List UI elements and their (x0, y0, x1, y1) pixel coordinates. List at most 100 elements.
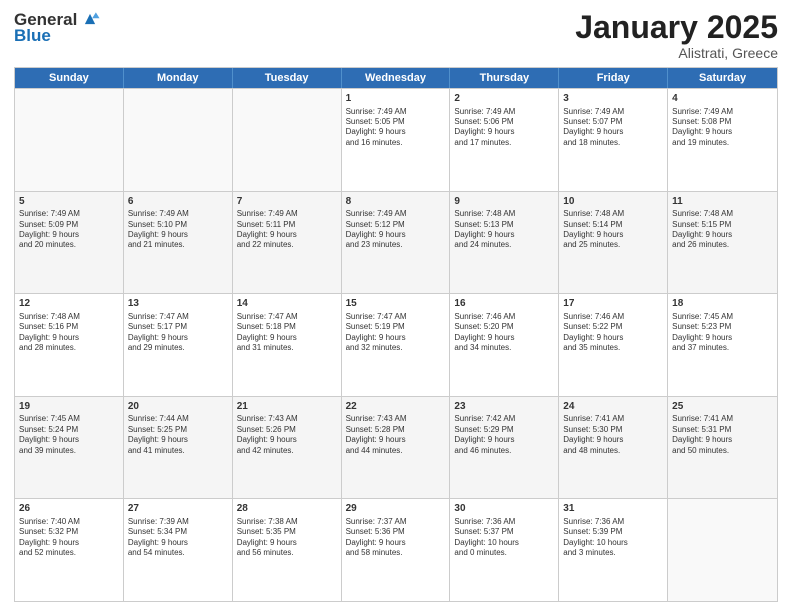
cell-text-23: Sunrise: 7:42 AM Sunset: 5:29 PM Dayligh… (454, 414, 554, 456)
cal-cell-0-4: 2Sunrise: 7:49 AM Sunset: 5:06 PM Daylig… (450, 89, 559, 191)
location-title: Alistrati, Greece (575, 45, 778, 61)
week-row-2: 12Sunrise: 7:48 AM Sunset: 5:16 PM Dayli… (15, 293, 777, 396)
cal-cell-2-2: 14Sunrise: 7:47 AM Sunset: 5:18 PM Dayli… (233, 294, 342, 396)
cal-cell-1-6: 11Sunrise: 7:48 AM Sunset: 5:15 PM Dayli… (668, 192, 777, 294)
cal-cell-0-0 (15, 89, 124, 191)
page: General Blue January 2025 Alistrati, Gre… (0, 0, 792, 612)
day-number-8: 8 (346, 195, 446, 209)
day-number-26: 26 (19, 502, 119, 516)
cell-text-13: Sunrise: 7:47 AM Sunset: 5:17 PM Dayligh… (128, 312, 228, 354)
month-title: January 2025 (575, 10, 778, 45)
day-number-27: 27 (128, 502, 228, 516)
cell-text-28: Sunrise: 7:38 AM Sunset: 5:35 PM Dayligh… (237, 517, 337, 559)
cal-cell-1-2: 7Sunrise: 7:49 AM Sunset: 5:11 PM Daylig… (233, 192, 342, 294)
cell-text-14: Sunrise: 7:47 AM Sunset: 5:18 PM Dayligh… (237, 312, 337, 354)
cal-cell-0-6: 4Sunrise: 7:49 AM Sunset: 5:08 PM Daylig… (668, 89, 777, 191)
cell-text-11: Sunrise: 7:48 AM Sunset: 5:15 PM Dayligh… (672, 209, 773, 251)
day-number-17: 17 (563, 297, 663, 311)
cal-cell-1-1: 6Sunrise: 7:49 AM Sunset: 5:10 PM Daylig… (124, 192, 233, 294)
cal-cell-4-6 (668, 499, 777, 601)
day-number-12: 12 (19, 297, 119, 311)
header-thursday: Thursday (450, 68, 559, 88)
cal-cell-3-5: 24Sunrise: 7:41 AM Sunset: 5:30 PM Dayli… (559, 397, 668, 499)
cal-cell-2-0: 12Sunrise: 7:48 AM Sunset: 5:16 PM Dayli… (15, 294, 124, 396)
day-number-10: 10 (563, 195, 663, 209)
cell-text-12: Sunrise: 7:48 AM Sunset: 5:16 PM Dayligh… (19, 312, 119, 354)
day-number-31: 31 (563, 502, 663, 516)
cell-text-29: Sunrise: 7:37 AM Sunset: 5:36 PM Dayligh… (346, 517, 446, 559)
day-number-6: 6 (128, 195, 228, 209)
cell-text-7: Sunrise: 7:49 AM Sunset: 5:11 PM Dayligh… (237, 209, 337, 251)
calendar-header: Sunday Monday Tuesday Wednesday Thursday… (15, 68, 777, 88)
cell-text-1: Sunrise: 7:49 AM Sunset: 5:05 PM Dayligh… (346, 107, 446, 149)
day-number-30: 30 (454, 502, 554, 516)
logo-icon (79, 8, 101, 30)
cal-cell-4-3: 29Sunrise: 7:37 AM Sunset: 5:36 PM Dayli… (342, 499, 451, 601)
cal-cell-3-6: 25Sunrise: 7:41 AM Sunset: 5:31 PM Dayli… (668, 397, 777, 499)
week-row-1: 5Sunrise: 7:49 AM Sunset: 5:09 PM Daylig… (15, 191, 777, 294)
week-row-4: 26Sunrise: 7:40 AM Sunset: 5:32 PM Dayli… (15, 498, 777, 601)
cal-cell-0-3: 1Sunrise: 7:49 AM Sunset: 5:05 PM Daylig… (342, 89, 451, 191)
cal-cell-2-5: 17Sunrise: 7:46 AM Sunset: 5:22 PM Dayli… (559, 294, 668, 396)
cal-cell-2-4: 16Sunrise: 7:46 AM Sunset: 5:20 PM Dayli… (450, 294, 559, 396)
day-number-20: 20 (128, 400, 228, 414)
day-number-1: 1 (346, 92, 446, 106)
week-row-3: 19Sunrise: 7:45 AM Sunset: 5:24 PM Dayli… (15, 396, 777, 499)
cal-cell-2-6: 18Sunrise: 7:45 AM Sunset: 5:23 PM Dayli… (668, 294, 777, 396)
header-tuesday: Tuesday (233, 68, 342, 88)
cell-text-19: Sunrise: 7:45 AM Sunset: 5:24 PM Dayligh… (19, 414, 119, 456)
day-number-23: 23 (454, 400, 554, 414)
day-number-11: 11 (672, 195, 773, 209)
day-number-16: 16 (454, 297, 554, 311)
day-number-2: 2 (454, 92, 554, 106)
day-number-4: 4 (672, 92, 773, 106)
day-number-14: 14 (237, 297, 337, 311)
cal-cell-3-1: 20Sunrise: 7:44 AM Sunset: 5:25 PM Dayli… (124, 397, 233, 499)
cal-cell-1-5: 10Sunrise: 7:48 AM Sunset: 5:14 PM Dayli… (559, 192, 668, 294)
week-row-0: 1Sunrise: 7:49 AM Sunset: 5:05 PM Daylig… (15, 88, 777, 191)
cal-cell-3-2: 21Sunrise: 7:43 AM Sunset: 5:26 PM Dayli… (233, 397, 342, 499)
cell-text-4: Sunrise: 7:49 AM Sunset: 5:08 PM Dayligh… (672, 107, 773, 149)
cell-text-16: Sunrise: 7:46 AM Sunset: 5:20 PM Dayligh… (454, 312, 554, 354)
title-block: January 2025 Alistrati, Greece (575, 10, 778, 61)
cell-text-27: Sunrise: 7:39 AM Sunset: 5:34 PM Dayligh… (128, 517, 228, 559)
day-number-3: 3 (563, 92, 663, 106)
calendar: Sunday Monday Tuesday Wednesday Thursday… (14, 67, 778, 602)
day-number-5: 5 (19, 195, 119, 209)
cal-cell-3-3: 22Sunrise: 7:43 AM Sunset: 5:28 PM Dayli… (342, 397, 451, 499)
cal-cell-0-1 (124, 89, 233, 191)
cell-text-26: Sunrise: 7:40 AM Sunset: 5:32 PM Dayligh… (19, 517, 119, 559)
day-number-7: 7 (237, 195, 337, 209)
day-number-9: 9 (454, 195, 554, 209)
cell-text-3: Sunrise: 7:49 AM Sunset: 5:07 PM Dayligh… (563, 107, 663, 149)
cell-text-31: Sunrise: 7:36 AM Sunset: 5:39 PM Dayligh… (563, 517, 663, 559)
cal-cell-3-4: 23Sunrise: 7:42 AM Sunset: 5:29 PM Dayli… (450, 397, 559, 499)
cal-cell-4-2: 28Sunrise: 7:38 AM Sunset: 5:35 PM Dayli… (233, 499, 342, 601)
day-number-15: 15 (346, 297, 446, 311)
cell-text-20: Sunrise: 7:44 AM Sunset: 5:25 PM Dayligh… (128, 414, 228, 456)
logo: General Blue (14, 10, 101, 46)
cal-cell-0-2 (233, 89, 342, 191)
cell-text-6: Sunrise: 7:49 AM Sunset: 5:10 PM Dayligh… (128, 209, 228, 251)
day-number-18: 18 (672, 297, 773, 311)
cell-text-2: Sunrise: 7:49 AM Sunset: 5:06 PM Dayligh… (454, 107, 554, 149)
header-monday: Monday (124, 68, 233, 88)
cal-cell-1-4: 9Sunrise: 7:48 AM Sunset: 5:13 PM Daylig… (450, 192, 559, 294)
calendar-body: 1Sunrise: 7:49 AM Sunset: 5:05 PM Daylig… (15, 88, 777, 601)
cal-cell-4-1: 27Sunrise: 7:39 AM Sunset: 5:34 PM Dayli… (124, 499, 233, 601)
cell-text-25: Sunrise: 7:41 AM Sunset: 5:31 PM Dayligh… (672, 414, 773, 456)
day-number-25: 25 (672, 400, 773, 414)
day-number-13: 13 (128, 297, 228, 311)
cell-text-8: Sunrise: 7:49 AM Sunset: 5:12 PM Dayligh… (346, 209, 446, 251)
cell-text-22: Sunrise: 7:43 AM Sunset: 5:28 PM Dayligh… (346, 414, 446, 456)
cal-cell-2-3: 15Sunrise: 7:47 AM Sunset: 5:19 PM Dayli… (342, 294, 451, 396)
day-number-21: 21 (237, 400, 337, 414)
cal-cell-3-0: 19Sunrise: 7:45 AM Sunset: 5:24 PM Dayli… (15, 397, 124, 499)
cal-cell-1-0: 5Sunrise: 7:49 AM Sunset: 5:09 PM Daylig… (15, 192, 124, 294)
header-sunday: Sunday (15, 68, 124, 88)
cell-text-30: Sunrise: 7:36 AM Sunset: 5:37 PM Dayligh… (454, 517, 554, 559)
header-friday: Friday (559, 68, 668, 88)
day-number-19: 19 (19, 400, 119, 414)
header-wednesday: Wednesday (342, 68, 451, 88)
header-saturday: Saturday (668, 68, 777, 88)
